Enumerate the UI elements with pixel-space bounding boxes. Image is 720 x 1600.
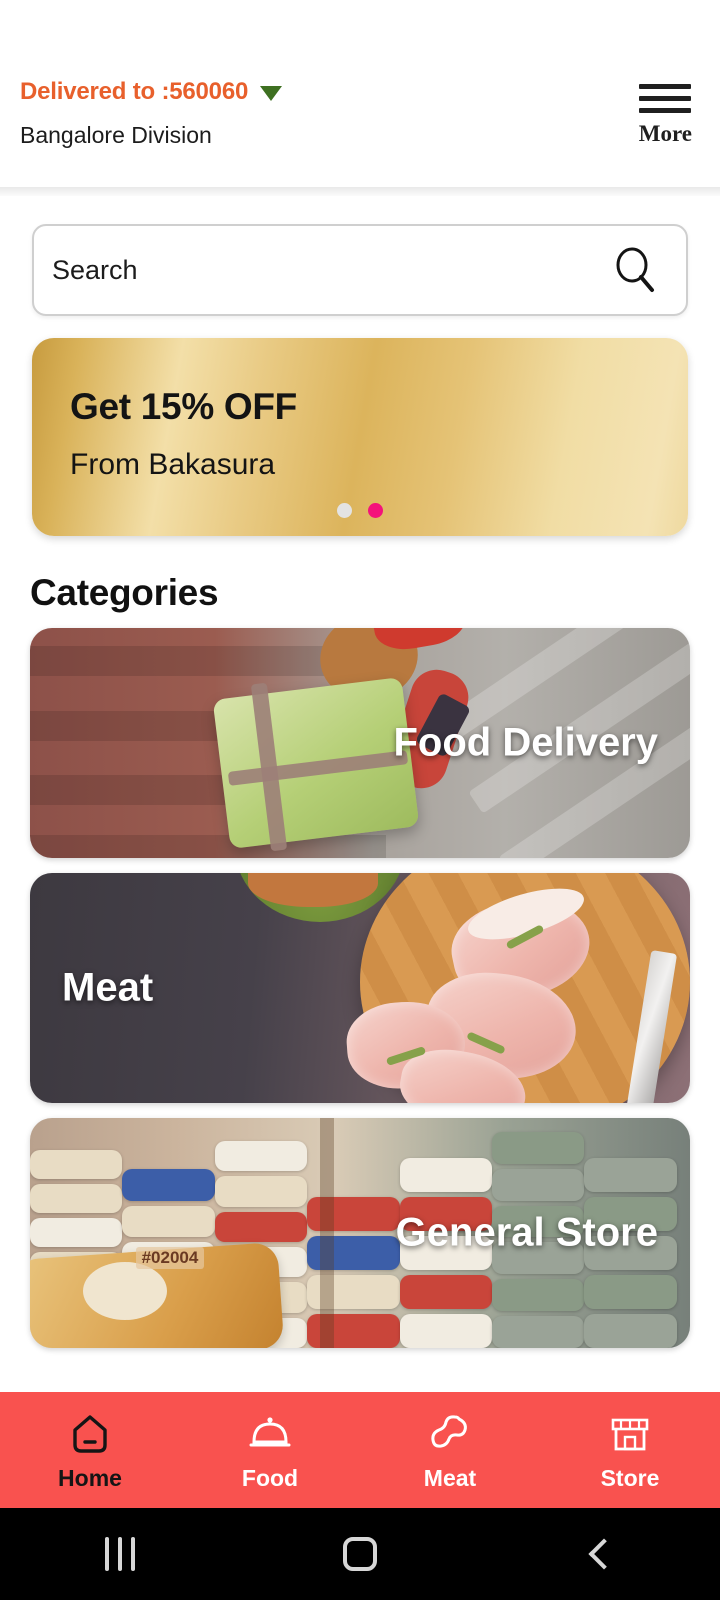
region-label: Bangalore Division bbox=[20, 122, 212, 148]
category-label: Meat bbox=[62, 965, 154, 1010]
scroll-content: Get 15% OFF From Bakasura Categories bbox=[0, 196, 720, 1600]
more-menu-button[interactable]: More bbox=[639, 84, 692, 147]
category-card-meat[interactable]: Meat bbox=[30, 873, 690, 1103]
back-button[interactable] bbox=[540, 1524, 660, 1584]
nav-label-food: Food bbox=[241, 1464, 299, 1491]
caret-down-icon[interactable] bbox=[260, 86, 283, 101]
delivered-to-label: Delivered to :560060 bbox=[20, 78, 249, 105]
promo-banner[interactable]: Get 15% OFF From Bakasura bbox=[32, 338, 688, 536]
bottom-navigation-bar: Home Food Meat Store bbox=[0, 1392, 720, 1508]
carousel-dots[interactable] bbox=[32, 503, 688, 518]
search-section bbox=[0, 196, 720, 316]
categories-list: Food Delivery Meat #02004 General Store bbox=[0, 628, 720, 1348]
nav-label-store: Store bbox=[600, 1464, 660, 1491]
category-label: General Store bbox=[395, 1210, 658, 1255]
categories-heading: Categories bbox=[30, 572, 219, 613]
carousel-dot-2[interactable] bbox=[368, 503, 383, 518]
recents-button[interactable] bbox=[60, 1524, 180, 1584]
food-cloche-icon bbox=[249, 1416, 291, 1446]
drumstick-icon bbox=[431, 1414, 467, 1448]
android-home-button[interactable] bbox=[300, 1524, 420, 1584]
category-card-general-store[interactable]: #02004 General Store bbox=[30, 1118, 690, 1348]
app-root: Delivered to :560060 Bangalore Division … bbox=[0, 0, 720, 1600]
app-header: Delivered to :560060 Bangalore Division … bbox=[0, 0, 720, 197]
delivered-to-row[interactable]: Delivered to :560060 bbox=[20, 78, 283, 106]
category-card-food-delivery[interactable]: Food Delivery bbox=[30, 628, 690, 858]
nav-item-meat[interactable]: Meat bbox=[360, 1411, 540, 1490]
android-system-navigation-bar bbox=[0, 1508, 720, 1600]
recents-icon bbox=[105, 1537, 135, 1571]
carousel-dot-1[interactable] bbox=[337, 503, 352, 518]
nav-item-home[interactable]: Home bbox=[0, 1411, 180, 1490]
promo-subtitle: From Bakasura bbox=[70, 448, 276, 481]
search-icon[interactable] bbox=[608, 244, 660, 296]
delivery-location-block[interactable]: Delivered to :560060 Bangalore Division bbox=[20, 78, 283, 149]
promo-banner-section: Get 15% OFF From Bakasura bbox=[0, 316, 720, 536]
more-label: More bbox=[638, 121, 692, 146]
back-icon bbox=[588, 1538, 620, 1570]
store-sack-tag: #02004 bbox=[135, 1246, 205, 1269]
search-box[interactable] bbox=[32, 224, 688, 316]
android-home-icon bbox=[343, 1537, 377, 1571]
search-input[interactable] bbox=[52, 254, 608, 286]
nav-label-home: Home bbox=[58, 1464, 122, 1491]
category-label: Food Delivery bbox=[393, 720, 658, 765]
promo-title: Get 15% OFF bbox=[70, 386, 297, 427]
hamburger-menu-icon[interactable] bbox=[639, 84, 692, 113]
nav-label-meat: Meat bbox=[423, 1464, 477, 1491]
nav-item-food[interactable]: Food bbox=[180, 1411, 360, 1490]
home-icon bbox=[73, 1414, 107, 1453]
nav-item-store[interactable]: Store bbox=[540, 1411, 720, 1490]
storefront-icon bbox=[611, 1418, 649, 1450]
